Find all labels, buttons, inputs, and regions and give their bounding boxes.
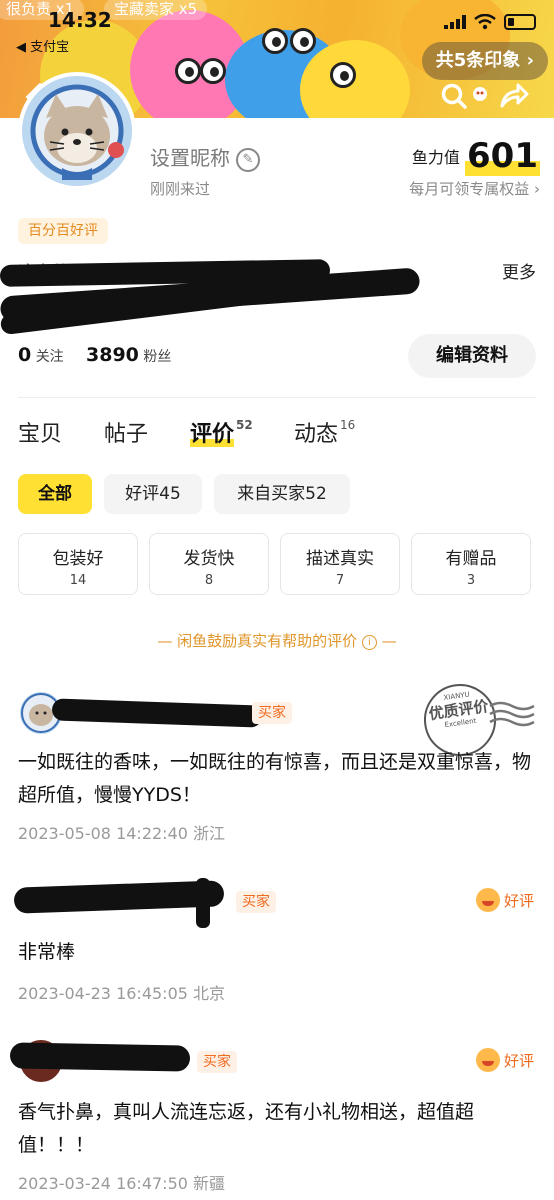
yuli-score[interactable]: 鱼力值 601 [412,136,540,176]
good-rating-badge: 好评 [475,1048,534,1074]
yuli-value: 601 [465,136,540,176]
divider [18,397,536,398]
nickname-text: 设置昵称 [150,146,230,170]
perks-label: 每月可领专属权益 [409,180,530,198]
fish-mascot-icon [473,87,487,101]
wifi-icon [474,14,496,30]
encourage-tail: — [381,632,397,650]
good-review-tag: 百分百好评 [18,218,108,244]
more-button[interactable]: 更多 [502,258,536,283]
impressions-label: 共5条印象 [435,50,521,71]
tag-label: 发货快 [183,549,235,569]
tag-count: 8 [204,573,214,588]
nickname[interactable]: 设置昵称 ✎ [150,142,260,172]
fans-stat[interactable]: 3890 粉丝 [86,344,171,366]
avatar[interactable] [18,72,136,190]
tag-label: 描述真实 [306,549,374,569]
signal-icon [444,15,466,29]
edit-profile-button[interactable]: 编辑资料 [408,334,536,378]
share-icon[interactable] [498,80,530,110]
redaction-mark [51,698,263,728]
filter-from-buyer[interactable]: 来自买家52 [214,474,350,514]
banner-eye [290,28,316,54]
tab-label: 宝贝 [18,422,63,447]
following-stat[interactable]: 0 关注 [18,344,64,366]
review-text: 香气扑鼻，真叫人流连忘返，还有小礼物相送，超值超值！！！ [18,1101,475,1156]
battery-icon [504,14,536,30]
following-label: 关注 [35,349,64,365]
rating-label: 好评 [503,1052,534,1070]
following-count: 0 [18,344,32,366]
info-icon[interactable]: i [361,635,377,650]
perks-link[interactable]: 每月可领专属权益 › [409,178,540,199]
banner-eye [262,28,288,54]
back-to-app[interactable]: ◀ 支付宝 [16,36,69,55]
stamp-wave-lines [489,701,535,727]
tab-count: 16 [340,418,356,432]
tag-count: 7 [335,573,345,588]
tag-label: 有赠品 [445,549,497,569]
review-encouragement: — 闲鱼鼓励真实有帮助的评价 i — [0,630,554,651]
encourage-text: — 闲鱼鼓励真实有帮助的评价 [157,632,358,650]
banner-eye [330,62,356,88]
chevron-right-icon: › [526,50,534,71]
tab-count: 52 [236,418,253,432]
status-icons [444,14,536,30]
tab-reviews[interactable]: 评价 52 [190,416,253,448]
review-text: 一如既往的香味，一如既往的有惊喜，而且还是双重惊喜，物超所值，慢慢YYDS！ [18,751,532,806]
redaction-mark [9,1042,191,1072]
yuli-label: 鱼力值 [411,148,460,167]
tab-label: 帖子 [104,422,149,447]
status-time: 14:32 [48,8,112,32]
filter-good[interactable]: 好评45 [104,474,202,514]
tab-items[interactable]: 宝贝 [18,416,62,448]
review-date: 2023-04-23 16:45:05 北京 [18,984,226,1003]
tag-count: 14 [69,573,87,588]
tag-box-packaging[interactable]: 包装好 14 [18,533,138,595]
buyer-badge: 买家 [236,891,276,913]
tag-label: 包装好 [52,549,104,569]
tab-label: 动态 [294,422,339,447]
search-icon[interactable] [440,82,468,110]
review-date: 2023-05-08 14:22:40 浙江 [18,824,226,843]
tag-box-gift[interactable]: 有赠品 3 [411,533,531,595]
last-seen: 刚刚来过 [150,180,211,198]
buyer-badge: 买家 [252,702,292,724]
buyer-badge: 买家 [197,1051,237,1073]
review-text: 非常棒 [18,941,76,963]
avatar-image [22,76,132,186]
good-rating-badge: 好评 [475,888,534,914]
smile-face-icon [475,1048,500,1072]
review-date: 2023-03-24 16:47:50 新疆 [18,1174,226,1193]
banner-eye [175,58,201,84]
cat-avatar-icon [27,81,127,181]
tag-count: 3 [466,573,476,588]
redaction-mark [13,880,225,914]
notif-pill-right: 宝藏卖家 x5 [104,0,208,20]
tab-activity[interactable]: 动态 16 [294,416,355,448]
tab-label: 评价 [190,422,235,447]
fans-count: 3890 [86,344,139,366]
filter-all[interactable]: 全部 [18,474,92,514]
redaction-mark [196,878,210,928]
tag-box-accurate[interactable]: 描述真实 7 [280,533,400,595]
edit-pencil-icon[interactable]: ✎ [236,147,260,172]
chevron-right-icon: › [534,180,540,198]
tag-box-fast-shipping[interactable]: 发货快 8 [149,533,269,595]
tab-posts[interactable]: 帖子 [104,416,148,448]
fans-label: 粉丝 [143,349,172,365]
rating-label: 好评 [503,892,534,910]
impressions-pill[interactable]: 共5条印象 › [421,42,548,80]
smile-face-icon [475,888,500,912]
banner-eye [200,58,226,84]
